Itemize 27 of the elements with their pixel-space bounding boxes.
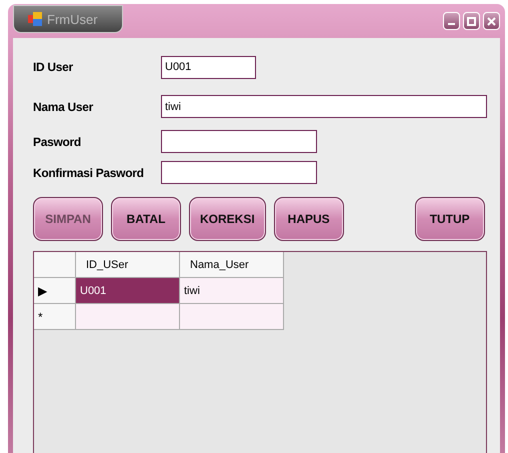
close-icon <box>487 16 496 26</box>
corner-header <box>34 252 76 278</box>
input-field[interactable] <box>161 161 317 184</box>
column-header[interactable]: ID_USer <box>76 252 180 278</box>
row-header[interactable]: ▶ <box>34 278 76 304</box>
maximize-icon <box>467 16 476 26</box>
field-label: ID User <box>33 60 74 74</box>
close-button[interactable] <box>483 12 500 30</box>
input-field[interactable] <box>161 130 317 153</box>
table-cell: tiwi <box>180 278 284 304</box>
field-label: Pasword <box>33 134 82 148</box>
form-button[interactable]: KOREKSI <box>189 197 266 241</box>
minimize-icon <box>448 23 455 25</box>
app-icon <box>28 12 42 26</box>
input-field[interactable]: tiwi <box>161 95 487 118</box>
table-cell: U001 <box>76 278 180 304</box>
form-button[interactable]: BATAL <box>111 197 181 241</box>
form-button[interactable]: HAPUS <box>274 197 344 241</box>
field-label: Nama User <box>33 100 94 114</box>
input-field[interactable]: U001 <box>161 56 256 78</box>
column-header[interactable]: Nama_User <box>180 252 284 278</box>
form-button[interactable]: TUTUP <box>414 197 485 241</box>
minimize-button[interactable] <box>443 12 460 30</box>
field-label: Konfirmasi Pasword <box>33 166 145 180</box>
maximize-button[interactable] <box>463 12 480 30</box>
window-title: FrmUser <box>47 12 98 26</box>
row-header[interactable]: * <box>34 304 76 330</box>
